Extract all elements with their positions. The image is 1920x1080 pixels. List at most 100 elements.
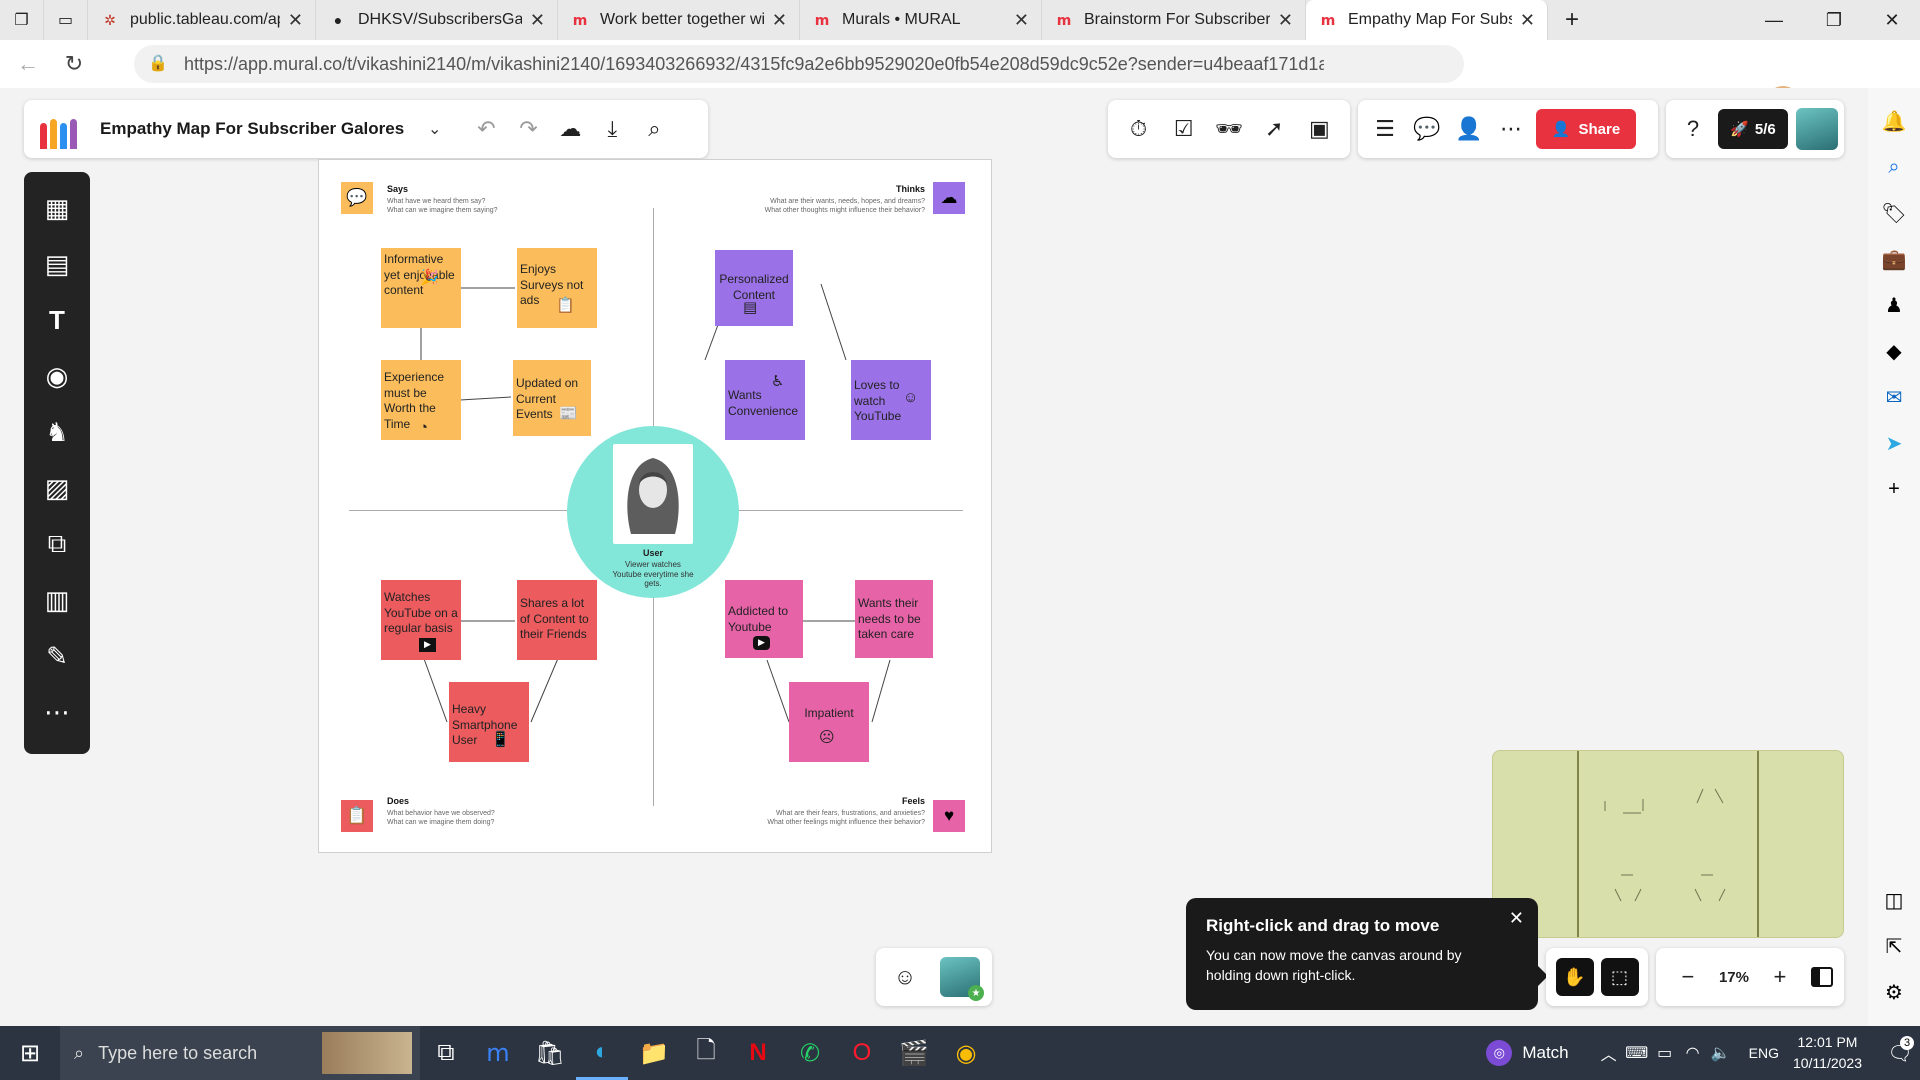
netflix-icon[interactable]: N bbox=[732, 1026, 784, 1080]
redo-icon[interactable]: ↷ bbox=[507, 108, 549, 150]
back-icon[interactable]: ← bbox=[10, 46, 46, 82]
zoom-level[interactable]: 17% bbox=[1719, 969, 1749, 986]
sticky-note-icon[interactable]: ▤ bbox=[35, 236, 79, 292]
sticky-note-feels[interactable]: Impatient ☹ bbox=[789, 682, 869, 762]
telegram-icon[interactable]: ➤ bbox=[1876, 425, 1912, 461]
sticky-note-thinks[interactable]: Personalized Content ▤ bbox=[715, 250, 793, 326]
windows-start-icon[interactable]: ⊞ bbox=[0, 1026, 60, 1080]
games-icon[interactable]: ♟ bbox=[1876, 287, 1912, 323]
participant-avatar[interactable]: ★ bbox=[940, 957, 984, 1001]
window-close-icon[interactable]: ✕ bbox=[1862, 0, 1920, 40]
add-sidebar-app-icon[interactable]: + bbox=[1876, 471, 1912, 507]
close-icon[interactable]: ✕ bbox=[772, 10, 787, 31]
members-icon[interactable]: 👤 bbox=[1448, 108, 1490, 150]
meet-now-icon[interactable]: ⌨ bbox=[1623, 1026, 1651, 1080]
user-persona[interactable]: User Viewer watches Youtube everytime sh… bbox=[567, 426, 739, 598]
tab-brainstorm[interactable]: ⅿ Brainstorm For Subscriber ✕ bbox=[1042, 0, 1306, 40]
settings-gear-icon[interactable]: ⚙ bbox=[1876, 974, 1912, 1010]
tooltip-close-icon[interactable]: ✕ bbox=[1509, 908, 1524, 929]
close-icon[interactable]: ✕ bbox=[1014, 10, 1029, 31]
image-icon[interactable]: ▨ bbox=[35, 460, 79, 516]
taskbar-search[interactable]: ⌕ Type here to search bbox=[60, 1026, 420, 1080]
help-icon[interactable]: ? bbox=[1672, 108, 1714, 150]
draw-icon[interactable]: ✎ bbox=[35, 628, 79, 684]
tab-empathy-map[interactable]: ⅿ Empathy Map For Subscrit ✕ bbox=[1306, 0, 1548, 40]
zoom-in-icon[interactable]: + bbox=[1759, 956, 1801, 998]
battery-icon[interactable]: ▭ bbox=[1651, 1026, 1679, 1080]
templates-icon[interactable]: ▦ bbox=[35, 180, 79, 236]
cloud-sync-icon[interactable]: ☁ bbox=[549, 108, 591, 150]
laser-pointer-icon[interactable]: ➚ bbox=[1253, 108, 1295, 150]
close-icon[interactable]: ✕ bbox=[1278, 10, 1293, 31]
undo-icon[interactable]: ↶ bbox=[465, 108, 507, 150]
select-mode-icon[interactable]: ⬚ bbox=[1600, 958, 1639, 996]
tab-github[interactable]: ● DHKSV/SubscribersGalore ✕ bbox=[316, 0, 558, 40]
whatsapp-icon[interactable]: ✆ bbox=[784, 1026, 836, 1080]
reload-icon[interactable]: ↻ bbox=[56, 46, 92, 82]
download-icon[interactable]: ⤓ bbox=[591, 108, 633, 150]
minimize-icon[interactable]: — bbox=[1744, 0, 1804, 40]
hand-mode-icon[interactable]: ✋ bbox=[1555, 958, 1594, 996]
sticky-note-does[interactable]: Shares a lot of Content to their Friends bbox=[517, 580, 597, 660]
tools-briefcase-icon[interactable]: 💼 bbox=[1876, 241, 1912, 277]
more-tools-icon[interactable]: ⋯ bbox=[35, 684, 79, 740]
open-external-icon[interactable]: ⇱ bbox=[1876, 928, 1912, 964]
new-tab-button[interactable]: + bbox=[1548, 0, 1596, 40]
close-icon[interactable]: ✕ bbox=[1520, 10, 1535, 31]
reaction-emoji-icon[interactable]: ☺ bbox=[884, 956, 926, 998]
icons-icon[interactable]: ♞ bbox=[35, 404, 79, 460]
close-icon[interactable]: ✕ bbox=[530, 10, 545, 31]
mural-title[interactable]: Empathy Map For Subscriber Galores bbox=[100, 119, 420, 139]
tab-actions-icon[interactable]: ▭ bbox=[44, 0, 88, 40]
search-icon[interactable]: ⌕ bbox=[633, 108, 675, 150]
task-view-icon[interactable]: ⧉ bbox=[420, 1026, 472, 1080]
voting-icon[interactable]: ☑ bbox=[1163, 108, 1205, 150]
opera-icon[interactable]: O bbox=[836, 1026, 888, 1080]
sticky-note-feels[interactable]: Addicted to Youtube ▶ bbox=[725, 580, 803, 658]
workspaces-icon[interactable]: ❐ bbox=[0, 0, 44, 40]
search-icon[interactable]: ⌕ bbox=[1876, 149, 1912, 185]
table-icon[interactable]: ▥ bbox=[35, 572, 79, 628]
sticky-note-says[interactable]: Experience must be Worth the Time ◔ bbox=[381, 360, 461, 440]
tab-tableau[interactable]: ✲ public.tableau.com/app ✕ bbox=[88, 0, 316, 40]
zoom-out-icon[interactable]: − bbox=[1667, 956, 1709, 998]
mural-logo[interactable] bbox=[40, 109, 80, 149]
toolkit-icon[interactable]: ▣ bbox=[1298, 108, 1340, 150]
minimap-toggle-icon[interactable] bbox=[1810, 967, 1833, 987]
diagram-icon[interactable]: ⧉ bbox=[35, 516, 79, 572]
restore-icon[interactable]: ❐ bbox=[1804, 0, 1864, 40]
empathy-map-board[interactable]: 💬 Says What have we heard them say? What… bbox=[318, 159, 992, 853]
shopping-tag-icon[interactable]: 🏷 bbox=[1876, 195, 1912, 231]
outlook-icon[interactable]: ✉ bbox=[1876, 379, 1912, 415]
bell-icon[interactable]: 🔔 bbox=[1876, 103, 1912, 139]
sticky-note-says[interactable]: Updated on Current Events 📰 bbox=[513, 360, 591, 436]
sticky-note-thinks[interactable]: Wants Convenience ♿ bbox=[725, 360, 805, 440]
file-explorer-icon[interactable]: 📁 bbox=[628, 1026, 680, 1080]
tab-murals[interactable]: ⅿ Murals • MURAL ✕ bbox=[800, 0, 1042, 40]
sticky-note-does[interactable]: Watches YouTube on a regular basis ▶ bbox=[381, 580, 461, 660]
sticky-note-does[interactable]: Heavy Smartphone User 📱 bbox=[449, 682, 529, 762]
notepad-icon[interactable]: 🗋 bbox=[680, 1026, 732, 1080]
chevron-down-icon[interactable]: ⌄ bbox=[428, 119, 441, 139]
sidebar-layout-icon[interactable]: ◫ bbox=[1876, 882, 1912, 918]
timer-icon[interactable]: ⏱ bbox=[1118, 108, 1160, 150]
copilot-sidebar-icon[interactable]: ◆ bbox=[1876, 333, 1912, 369]
language-indicator[interactable]: ENG bbox=[1749, 1045, 1779, 1061]
sticky-note-says[interactable]: Enjoys Surveys not ads 📋 bbox=[517, 248, 597, 328]
sticky-note-thinks[interactable]: Loves to watch YouTube ☺ bbox=[851, 360, 931, 440]
show-hidden-icons-chevron-icon[interactable]: ︿ bbox=[1595, 1026, 1623, 1080]
text-icon[interactable]: T bbox=[35, 292, 79, 348]
video-editor-icon[interactable]: 🎬 bbox=[888, 1026, 940, 1080]
clock[interactable]: 12:01 PM 10/11/2023 bbox=[1793, 1032, 1862, 1074]
url-field[interactable]: 🔒 https://app.mural.co/t/vikashini2140/m… bbox=[134, 45, 1464, 83]
wifi-icon[interactable]: ◠ bbox=[1679, 1026, 1707, 1080]
private-mode-icon[interactable]: 🕶 bbox=[1208, 108, 1250, 150]
onboarding-counter[interactable]: 🚀 5/6 bbox=[1718, 109, 1788, 149]
share-button[interactable]: 👤 Share bbox=[1536, 109, 1636, 149]
tab-mural-work[interactable]: ⅿ Work better together with ✕ bbox=[558, 0, 800, 40]
more-options-icon[interactable]: ⋯ bbox=[1490, 108, 1532, 150]
sticky-note-says[interactable]: Informative yet enjoyable content 🎉 bbox=[381, 248, 461, 328]
notification-center[interactable]: 🗨 3 bbox=[1880, 1026, 1920, 1080]
minimap[interactable] bbox=[1492, 750, 1844, 938]
sticky-note-feels[interactable]: Wants their needs to be taken care bbox=[855, 580, 933, 658]
